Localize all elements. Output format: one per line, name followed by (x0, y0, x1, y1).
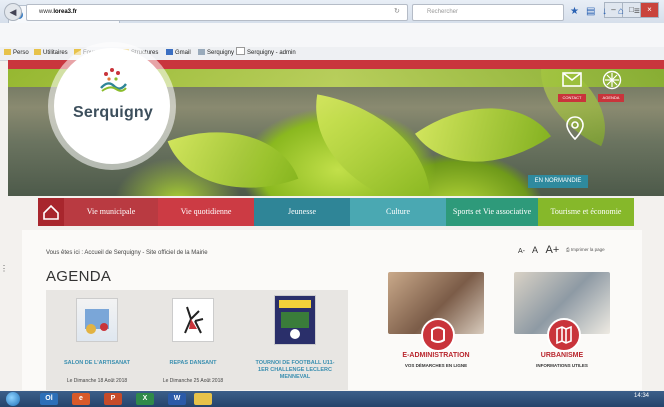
bookmark-item[interactable]: Serquigny - admin (236, 47, 296, 60)
search-placeholder: Rechercher (427, 9, 459, 15)
bookmark-item[interactable]: Gmail (166, 47, 191, 60)
bookmark-item[interactable]: Perso (4, 47, 29, 60)
agenda-button[interactable]: AGENDA (598, 94, 624, 102)
font-decrease-button[interactable]: A- (518, 248, 525, 255)
e-administration-title[interactable]: E-ADMINISTRATION (380, 352, 492, 359)
leaf-image (300, 94, 446, 196)
page-edge-mark: ⋮ (0, 264, 8, 273)
logo-text: Serquigny (72, 104, 154, 121)
menu-item-vie-quotidienne[interactable]: Vie quotidienne (158, 198, 254, 226)
urbanisme-title[interactable]: URBANISME (506, 352, 618, 359)
bookmark-item[interactable]: Serquigny (198, 47, 234, 60)
main-menu: Vie municipale Vie quotidienne Jeunesse … (38, 198, 634, 226)
menu-item-tourisme[interactable]: Tourisme et économie (538, 198, 634, 226)
search-input[interactable]: Rechercher (412, 4, 564, 21)
reading-list-icon[interactable]: ▤ (586, 4, 595, 20)
e-administration-icon[interactable] (421, 318, 455, 352)
leaf-image (167, 103, 299, 196)
menu-item-sports[interactable]: Sports et Vie associative (446, 198, 538, 226)
event-title[interactable]: TOURNOI DE FOOTBALL U11- 1ER CHALLENGE L… (250, 360, 340, 381)
reload-icon[interactable]: ↻ (394, 4, 400, 19)
logo-mark-icon (100, 68, 127, 92)
taskbar (0, 391, 664, 407)
menu-item-jeunesse[interactable]: Jeunesse (254, 198, 350, 226)
menu-icon[interactable]: ≡ (634, 4, 640, 20)
font-reset-button[interactable]: A (532, 245, 538, 255)
back-button[interactable]: ◀ (4, 3, 22, 21)
taskbar-excel-icon[interactable]: X (136, 393, 154, 405)
mail-icon[interactable] (562, 72, 582, 87)
taskbar-outlook-icon[interactable]: Ol (40, 393, 58, 405)
e-administration-subtitle: VOS DÉMARCHES EN LIGNE (404, 363, 468, 368)
agenda-title: AGENDA (46, 268, 112, 285)
taskbar-word-icon[interactable]: W (168, 393, 186, 405)
event-thumbnail[interactable] (76, 298, 118, 342)
home-icon[interactable]: ⌂ (618, 4, 624, 20)
taskbar-browser-icon[interactable]: e (72, 393, 90, 405)
urbanisme-subtitle: INFORMATIONS UTILES (536, 363, 588, 368)
address-bar[interactable]: www.lorea3.fr (26, 4, 408, 21)
event-title[interactable]: REPAS DANSANT (152, 360, 234, 366)
event-date: Le Dimanche 25 Août 2018 (162, 378, 224, 384)
taskbar-powerpoint-icon[interactable]: P (104, 393, 122, 405)
menu-item-culture[interactable]: Culture (350, 198, 446, 226)
flower-icon[interactable] (602, 70, 622, 90)
map-pin-icon[interactable] (565, 116, 585, 140)
bookmark-item[interactable]: Utilitaires (34, 47, 68, 60)
menu-item-vie-municipale[interactable]: Vie municipale (64, 198, 158, 226)
bookmark-star-icon[interactable]: ★ (570, 4, 579, 20)
event-title[interactable]: SALON DE L'ARTISANAT (56, 360, 138, 366)
start-button-icon[interactable] (6, 392, 20, 406)
event-thumbnail[interactable] (172, 298, 214, 342)
url-text: www.lorea3.fr (39, 9, 78, 15)
print-link[interactable]: ⎙ Imprimer la page (566, 247, 605, 252)
region-badge[interactable]: EN NORMANDIE (528, 175, 588, 188)
taskbar-folder-icon[interactable] (194, 393, 212, 405)
font-increase-button[interactable]: A+ (546, 244, 560, 256)
breadcrumb: Vous êtes ici : Accueil de Serquigny - S… (46, 250, 208, 256)
taskbar-clock: 14:34 (634, 393, 650, 399)
contact-button[interactable]: CONTACT (558, 94, 586, 102)
event-thumbnail[interactable] (274, 295, 316, 345)
toolbar-icons: ★ ▤ ↓ ⌂ ≡ (570, 4, 664, 20)
navigation-bar (0, 23, 664, 48)
download-icon[interactable]: ↓ (602, 4, 607, 20)
urbanisme-icon[interactable] (547, 318, 581, 352)
event-date: Le Dimanche 18 Août 2018 (66, 378, 128, 384)
font-size-controls: A- A A+ (518, 244, 564, 256)
